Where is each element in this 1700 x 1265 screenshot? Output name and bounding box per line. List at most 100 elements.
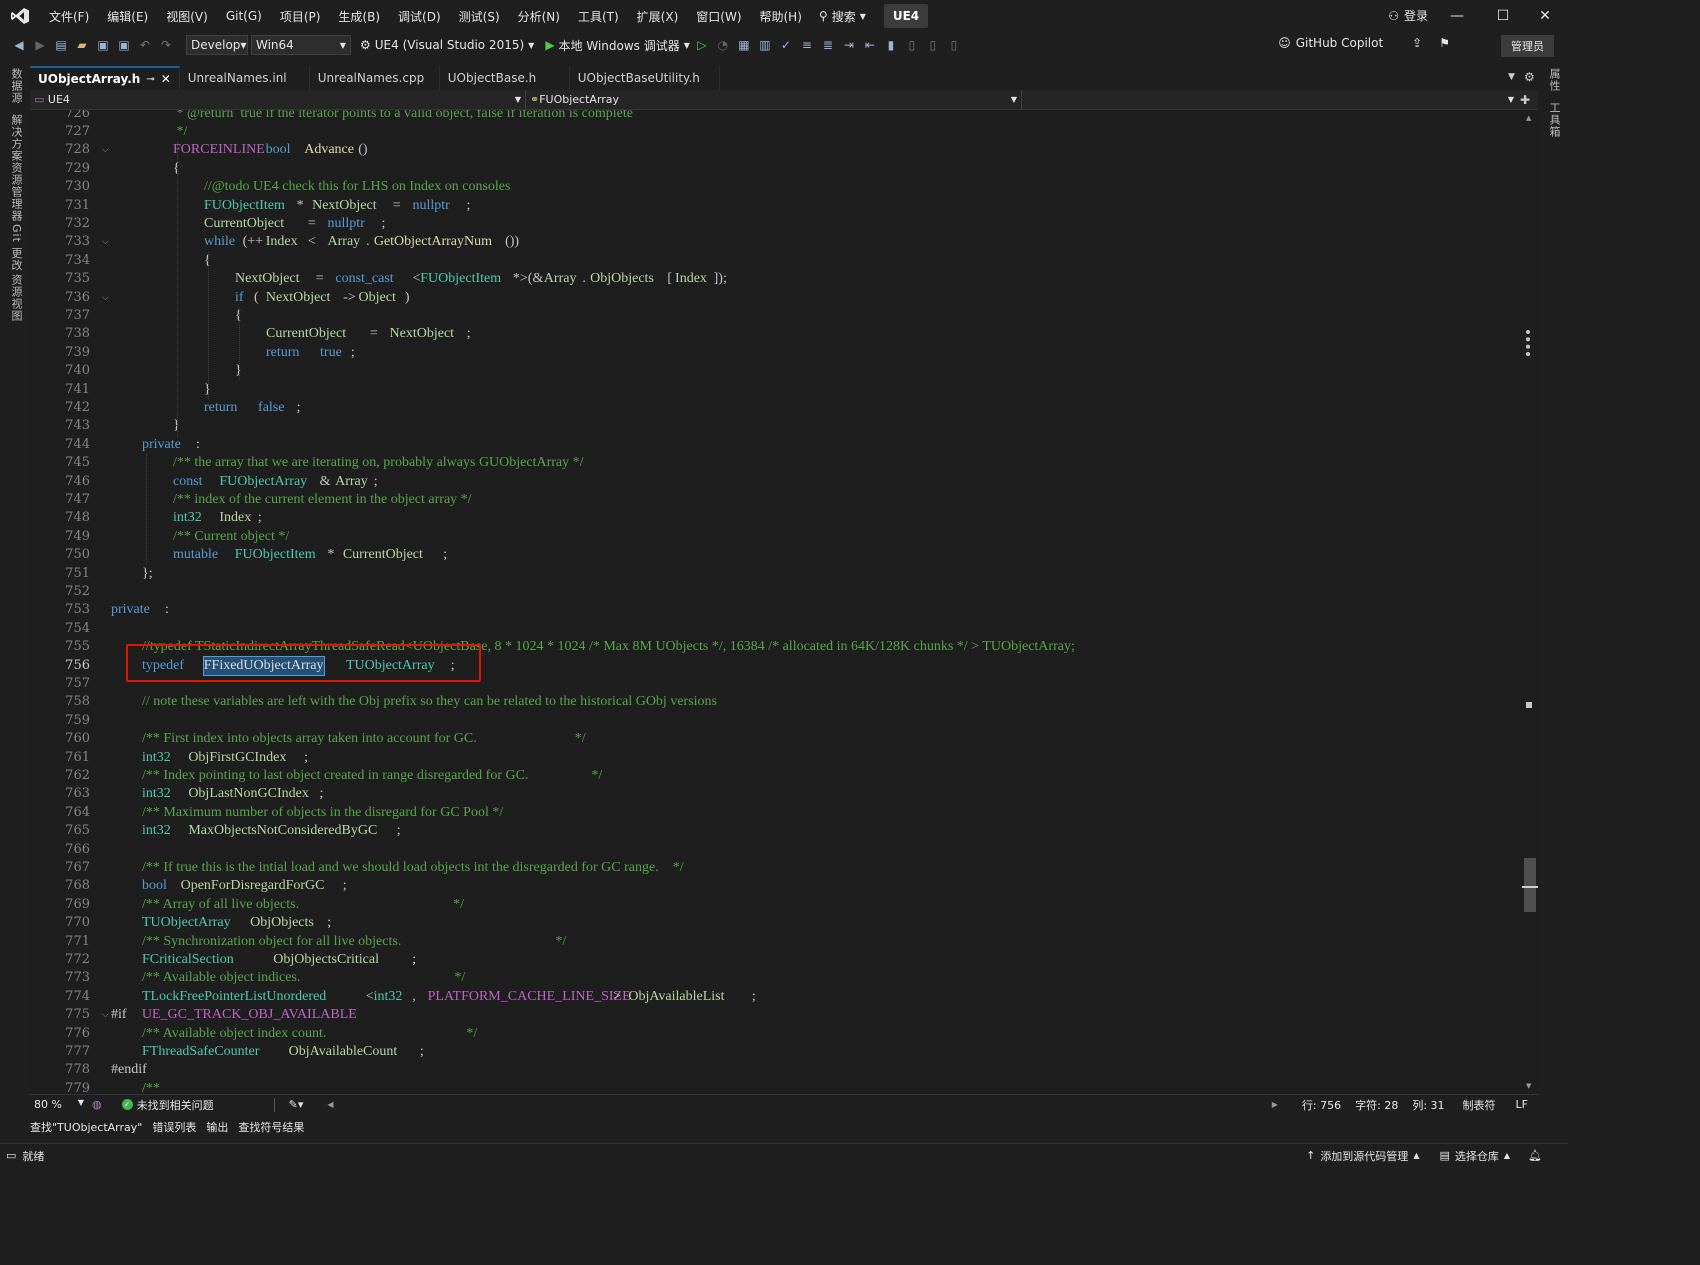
menu-item[interactable]: 工具(T)	[569, 8, 628, 25]
scroll-down-icon[interactable]: ▼	[1526, 1082, 1531, 1090]
char-indicator[interactable]: 字符: 28	[1355, 1097, 1398, 1113]
menu-item[interactable]: 编辑(E)	[98, 8, 157, 25]
menu-item[interactable]: 测试(S)	[450, 8, 509, 25]
visual-studio-logo-icon[interactable]	[0, 0, 40, 32]
repo-button[interactable]: ▤ 选择仓库 ▲	[1439, 1148, 1510, 1164]
code-token: while	[204, 234, 236, 250]
vertical-scrollbar[interactable]: ▲ ▼	[1522, 110, 1538, 1094]
menu-item[interactable]: 调试(D)	[389, 8, 450, 25]
tab-output[interactable]: 输出	[206, 1119, 228, 1135]
settings-gear-icon[interactable]: ⚙	[1524, 70, 1535, 84]
menu-item[interactable]: 窗口(W)	[687, 8, 750, 25]
tab-uobjectarray-h[interactable]: UObjectArray.h ⊸ ✕	[30, 66, 180, 90]
source-control-button[interactable]: ↑ 添加到源代码管理 ▲	[1306, 1148, 1419, 1164]
tab-unrealnames-inl[interactable]: UnrealNames.inl	[180, 66, 310, 90]
tabs-indicator[interactable]: 制表符	[1463, 1097, 1496, 1113]
tool-tab-solution-explorer[interactable]: 解决方案资源管理器	[8, 114, 24, 222]
tab-find-symbol-results[interactable]: 查找符号结果	[238, 1119, 304, 1135]
tool-tab-properties[interactable]: 属性	[1546, 68, 1562, 92]
menu-item[interactable]: 文件(F)	[40, 8, 98, 25]
maximize-button[interactable]: ☐	[1480, 0, 1526, 32]
code-token: Array	[335, 473, 368, 489]
menu-item[interactable]: Git(G)	[217, 9, 271, 23]
tool-tab-data-sources[interactable]: 数据源	[8, 68, 24, 104]
tab-find-results[interactable]: 查找"TUObjectArray"	[30, 1119, 142, 1135]
scroll-right-icon[interactable]: ▶	[1272, 1100, 1278, 1109]
hot-reload-icon[interactable]: ◔	[714, 36, 732, 54]
code-token: PLATFORM_CACHE_LINE_SIZE	[427, 988, 631, 1004]
menu-item[interactable]: 生成(B)	[329, 8, 389, 25]
code-area[interactable]: * @return true if the iterator points to…	[111, 110, 1521, 1094]
tab-unrealnames-cpp[interactable]: UnrealNames.cpp	[310, 66, 440, 90]
fold-toggle-icon[interactable]: ⌵	[102, 293, 109, 303]
col-indicator[interactable]: 列: 31	[1412, 1097, 1444, 1113]
clear-bookmarks-icon[interactable]: ▯	[945, 36, 963, 54]
open-folder-icon[interactable]: ▰	[73, 36, 91, 54]
save-icon[interactable]: ▣	[94, 36, 112, 54]
eol-indicator[interactable]: LF	[1516, 1098, 1528, 1111]
feedback-icon[interactable]: ⚑	[1439, 36, 1450, 50]
indent-icon[interactable]: ⇥	[840, 36, 858, 54]
prev-bookmark-icon[interactable]: ▯	[903, 36, 921, 54]
split-icon[interactable]: ✚	[1520, 93, 1530, 107]
next-bookmark-icon[interactable]: ▯	[924, 36, 942, 54]
forward-icon[interactable]: ▶	[31, 36, 49, 54]
scrollbar-thumb[interactable]	[1524, 858, 1536, 912]
project-dropdown[interactable]: ▭ UE4 ▼	[30, 90, 526, 109]
minimize-button[interactable]: —	[1434, 0, 1480, 32]
scope-dropdown[interactable]: ⚭FUObjectArray ▼	[526, 90, 1022, 109]
close-button[interactable]: ✕	[1522, 0, 1568, 32]
comment-icon[interactable]: ≡	[798, 36, 816, 54]
start-without-debugging-icon[interactable]: ▷	[693, 36, 711, 54]
save-all-icon[interactable]: ▣	[115, 36, 133, 54]
code-token: CurrentObject	[204, 215, 285, 231]
menu-item[interactable]: 项目(P)	[271, 8, 330, 25]
github-copilot-button[interactable]: ☺ GitHub Copilot ⇪ ⚑	[1278, 36, 1450, 50]
tab-uobjectbaseutility-h[interactable]: UObjectBaseUtility.h	[570, 66, 720, 90]
layout-icon[interactable]: ▥	[756, 36, 774, 54]
issues-status[interactable]: 未找到相关问题	[137, 1097, 214, 1113]
new-project-icon[interactable]: ▤	[52, 36, 70, 54]
tab-uobjectbase-h[interactable]: UObjectBase.h	[440, 66, 570, 90]
solution-name-badge[interactable]: UE4	[883, 4, 929, 28]
menu-item[interactable]: 帮助(H)	[751, 8, 811, 25]
code-cleanup-icon[interactable]: ✎▾	[289, 1098, 304, 1111]
tab-error-list[interactable]: 错误列表	[152, 1119, 196, 1135]
tool-tab-git-changes[interactable]: Git 更改	[8, 224, 24, 271]
outdent-icon[interactable]: ⇤	[861, 36, 879, 54]
line-indicator[interactable]: 行: 756	[1302, 1097, 1341, 1113]
notifications-bell-icon[interactable]: 🔔︎	[1528, 1149, 1542, 1162]
tool-tab-resource-view[interactable]: 资源视图	[8, 274, 24, 322]
startup-project-dropdown[interactable]: ⚙ UE4 (Visual Studio 2015) ▼	[360, 38, 534, 52]
copilot-status-icon[interactable]: ◍	[92, 1098, 102, 1111]
member-dropdown[interactable]: ▼	[1022, 91, 1518, 109]
configuration-dropdown[interactable]: Develop ▼	[186, 35, 248, 55]
zoom-dropdown[interactable]: 80 % ▼	[30, 1098, 84, 1111]
menu-item[interactable]: 视图(V)	[157, 8, 217, 25]
share-icon[interactable]: ⇪	[1412, 36, 1422, 50]
tool-tab-toolbox[interactable]: 工具箱	[1546, 102, 1562, 138]
code-token: Object	[358, 289, 396, 305]
scroll-up-icon[interactable]: ▲	[1526, 114, 1531, 122]
spellcheck-icon[interactable]: ✓	[777, 36, 795, 54]
login-button[interactable]: ⚇ 登录	[1388, 7, 1428, 24]
undo-icon[interactable]: ↶	[136, 36, 154, 54]
browse-icon[interactable]: ▦	[735, 36, 753, 54]
fold-toggle-icon[interactable]: ⌵	[102, 237, 109, 247]
menu-item[interactable]: 扩展(X)	[628, 8, 688, 25]
fold-toggle-icon[interactable]: ⌵	[102, 145, 109, 155]
platform-dropdown[interactable]: Win64 ▼	[251, 35, 351, 55]
back-icon[interactable]: ◀	[10, 36, 28, 54]
search-box[interactable]: ⚲ 搜索 ▼	[811, 8, 874, 25]
menu-item[interactable]: 分析(N)	[509, 8, 569, 25]
scroll-left-icon[interactable]: ◀	[327, 1100, 333, 1109]
bookmark-icon[interactable]: ▮	[882, 36, 900, 54]
tab-list-dropdown-icon[interactable]: ▼	[1508, 72, 1515, 82]
redo-icon[interactable]: ↷	[157, 36, 175, 54]
pin-icon[interactable]: ⊸	[146, 74, 154, 85]
close-icon[interactable]: ✕	[161, 72, 171, 86]
uncomment-icon[interactable]: ≣	[819, 36, 837, 54]
code-editor[interactable]: 726 727 728 729 730 731 732 733 734 735 736 737 738 7…	[30, 110, 1522, 1094]
start-debugging-button[interactable]: ▶ 本地 Windows 调试器 ▼	[545, 37, 690, 54]
fold-toggle-icon[interactable]: ⌵	[102, 1010, 109, 1020]
